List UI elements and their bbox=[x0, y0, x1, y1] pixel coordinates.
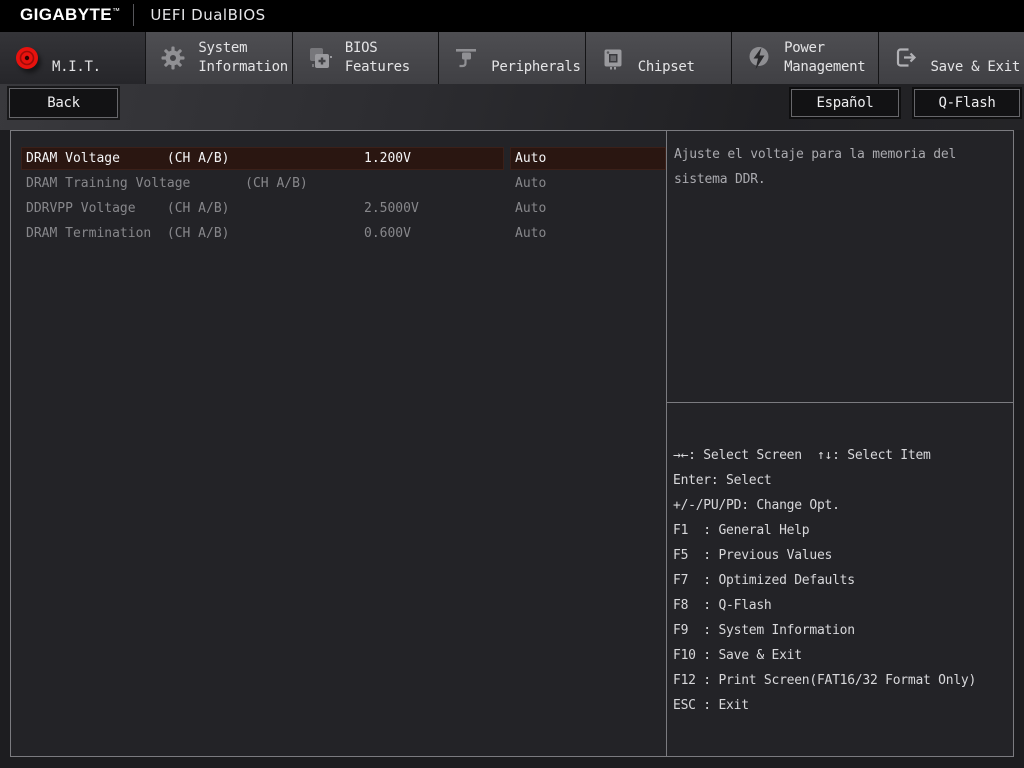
tab-save-exit[interactable]: Save & Exit bbox=[879, 32, 1024, 84]
tab-label-line bbox=[491, 39, 580, 58]
tab-chipset[interactable]: Chipset bbox=[586, 32, 732, 84]
bios-chip-icon bbox=[306, 44, 334, 72]
legend-f8: F8 : Q-Flash bbox=[673, 593, 1011, 618]
tab-system-information[interactable]: System Information bbox=[146, 32, 292, 84]
tab-label-line: Power bbox=[784, 39, 865, 58]
bios-title: UEFI DualBIOS bbox=[150, 6, 265, 24]
gigabyte-logo: GIGABYTE™ bbox=[20, 5, 120, 25]
gear-icon bbox=[159, 44, 187, 72]
setting-option[interactable]: Auto bbox=[515, 176, 546, 191]
mouse-peripheral-icon bbox=[452, 44, 480, 72]
header-divider bbox=[133, 4, 134, 26]
legend-change-opt: +/-/PU/PD: Change Opt. bbox=[673, 493, 1011, 518]
language-button[interactable]: Español bbox=[791, 89, 899, 117]
tab-peripherals[interactable]: Peripherals bbox=[439, 32, 585, 84]
setting-value: 2.5000V bbox=[364, 201, 419, 216]
setting-row-ddrvpp-voltage[interactable]: DDRVPP Voltage (CH A/B) 2.5000V Auto bbox=[21, 196, 666, 221]
tab-label-line bbox=[52, 39, 101, 58]
setting-value: 0.600V bbox=[364, 226, 411, 241]
legend-f7: F7 : Optimized Defaults bbox=[673, 568, 1011, 593]
top-bar: GIGABYTE™ UEFI DualBIOS bbox=[0, 0, 1024, 30]
tab-label-line: BIOS bbox=[345, 39, 410, 58]
back-button[interactable]: Back bbox=[9, 88, 118, 118]
item-help-text: Ajuste el voltaje para la memoria del si… bbox=[667, 131, 1013, 403]
legend-f10: F10 : Save & Exit bbox=[673, 643, 1011, 668]
chipset-icon bbox=[599, 44, 627, 72]
setting-row-dram-termination[interactable]: DRAM Termination (CH A/B) 0.600V Auto bbox=[21, 221, 666, 246]
setting-name: DRAM Voltage (CH A/B) bbox=[26, 151, 364, 166]
setting-name: DRAM Training Voltage (CH A/B) bbox=[26, 176, 364, 191]
setting-option[interactable]: Auto bbox=[515, 226, 546, 241]
setting-row-dram-training-voltage[interactable]: DRAM Training Voltage (CH A/B) Auto bbox=[21, 171, 666, 196]
legend-f12: F12 : Print Screen(FAT16/32 Format Only) bbox=[673, 668, 1011, 693]
tab-label-line: M.I.T. bbox=[52, 58, 101, 77]
trademark-symbol: ™ bbox=[112, 6, 120, 15]
legend-f5: F5 : Previous Values bbox=[673, 543, 1011, 568]
setting-option[interactable]: Auto bbox=[515, 151, 546, 166]
help-sidebar: Ajuste el voltaje para la memoria del si… bbox=[667, 131, 1013, 756]
qflash-button[interactable]: Q-Flash bbox=[914, 89, 1020, 117]
mit-red-dot-icon bbox=[13, 44, 41, 72]
legend-f9: F9 : System Information bbox=[673, 618, 1011, 643]
tab-label-line bbox=[638, 39, 695, 58]
exit-door-arrow-icon bbox=[892, 44, 920, 72]
lightning-bolt-icon bbox=[745, 44, 773, 72]
setting-option[interactable]: Auto bbox=[515, 201, 546, 216]
legend-f1: F1 : General Help bbox=[673, 518, 1011, 543]
tab-label-line: Management bbox=[784, 58, 865, 77]
key-legend: →←: Select Screen ↑↓: Select Item Enter:… bbox=[667, 403, 1013, 756]
setting-value: 1.200V bbox=[364, 151, 411, 166]
legend-esc: ESC : Exit bbox=[673, 693, 1011, 718]
settings-list: DRAM Voltage (CH A/B) 1.200V Auto DRAM T… bbox=[11, 131, 667, 756]
tab-label-line: System bbox=[198, 39, 287, 58]
tab-label-line: Information bbox=[198, 58, 287, 77]
tab-label-line: Chipset bbox=[638, 58, 695, 77]
tab-bios-features[interactable]: BIOS Features bbox=[293, 32, 439, 84]
legend-enter: Enter: Select bbox=[673, 468, 1011, 493]
tab-label-line bbox=[931, 39, 1020, 58]
toolbar: Back Español Q-Flash bbox=[0, 84, 1024, 130]
setting-row-dram-voltage[interactable]: DRAM Voltage (CH A/B) 1.200V Auto bbox=[21, 146, 666, 171]
setting-name: DDRVPP Voltage (CH A/B) bbox=[26, 201, 364, 216]
tab-power-management[interactable]: Power Management bbox=[732, 32, 878, 84]
tab-label-line: Features bbox=[345, 58, 410, 77]
setting-name: DRAM Termination (CH A/B) bbox=[26, 226, 364, 241]
content-area: DRAM Voltage (CH A/B) 1.200V Auto DRAM T… bbox=[10, 130, 1014, 757]
tab-label-line: Save & Exit bbox=[931, 58, 1020, 77]
legend-select-screen-item: →←: Select Screen ↑↓: Select Item bbox=[673, 443, 1011, 468]
main-menu-tabbar: M.I.T. System Informa bbox=[0, 30, 1024, 84]
tab-mit[interactable]: M.I.T. bbox=[0, 32, 146, 84]
tab-label-line: Peripherals bbox=[491, 58, 580, 77]
